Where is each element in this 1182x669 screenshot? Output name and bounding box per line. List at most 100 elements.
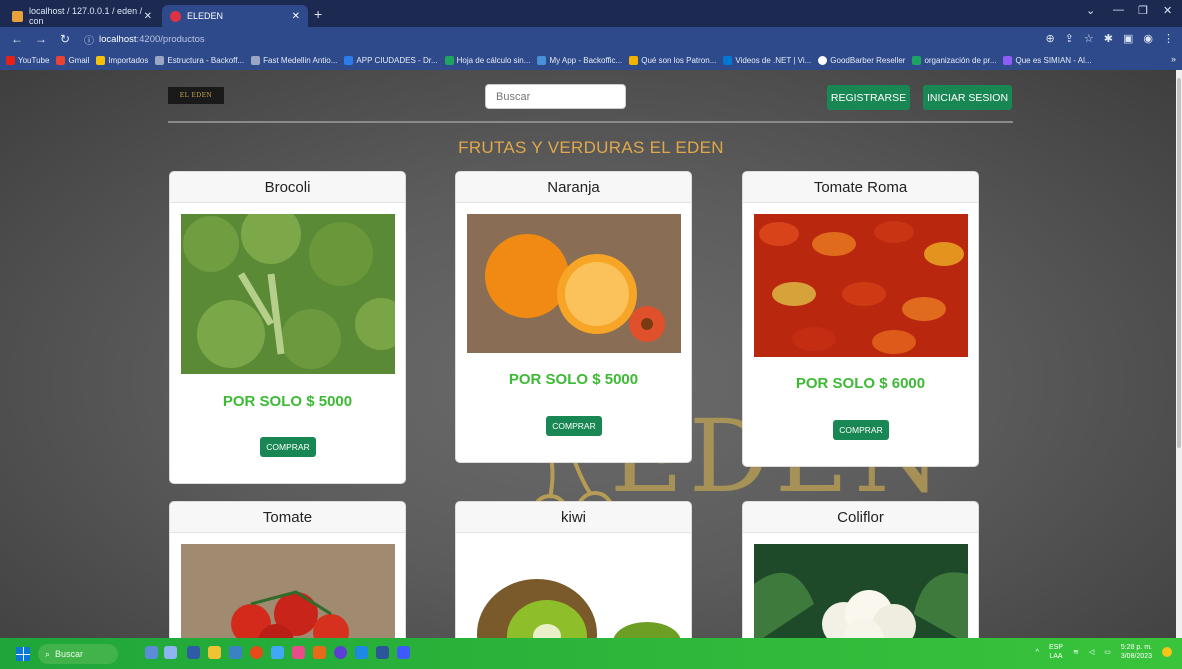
url-field[interactable]: ⓘ localhost :4200/productos: [84, 32, 205, 47]
menu-icon[interactable]: ⋮: [1163, 32, 1174, 45]
product-name: Coliflor: [743, 502, 978, 533]
page-scrollbar[interactable]: [1176, 70, 1182, 638]
page-title: FRUTAS Y VERDURAS EL EDEN: [458, 138, 724, 157]
broccoli-image: [181, 204, 405, 374]
bookmark-goodbarber[interactable]: GoodBarber Reseller: [818, 56, 905, 65]
file-explorer-icon[interactable]: [208, 646, 221, 659]
product-image-tomate-roma[interactable]: [754, 214, 968, 357]
bookmark-youtube[interactable]: YouTube: [6, 56, 49, 65]
vscode-icon[interactable]: [271, 646, 284, 659]
product-image-kiwi[interactable]: [467, 544, 681, 638]
taskbar-search-label: Buscar: [55, 649, 84, 659]
bookmark-fast-medellin[interactable]: Fast Medellin Antio...: [251, 56, 337, 65]
new-tab-icon[interactable]: +: [314, 6, 322, 22]
eclipse-icon[interactable]: [334, 646, 347, 659]
product-image-tomate[interactable]: [181, 544, 395, 638]
volume-icon[interactable]: ◁: [1089, 648, 1094, 656]
product-card-tomate: Tomate: [169, 501, 406, 638]
word-icon[interactable]: [376, 646, 389, 659]
bookmark-app-ciudades[interactable]: APP CIUDADES - Dr...: [344, 56, 438, 65]
minimize-icon[interactable]: —: [1113, 4, 1124, 16]
tray-chevron-icon[interactable]: ^: [1036, 649, 1039, 656]
tab-phpmyadmin[interactable]: localhost / 127.0.0.1 / eden / con ✕: [4, 5, 160, 27]
mail-icon[interactable]: [229, 646, 242, 659]
app-icon[interactable]: [292, 646, 305, 659]
restore-icon[interactable]: ❐: [1138, 4, 1148, 17]
phpmyadmin-icon: [12, 10, 23, 22]
search-input[interactable]: [485, 84, 626, 109]
eden-logo[interactable]: EL EDEN: [168, 87, 224, 104]
sheets-icon: [444, 56, 454, 65]
star-icon[interactable]: ☆: [1084, 32, 1094, 45]
file-icon[interactable]: [187, 646, 200, 659]
product-name: Tomate Roma: [743, 172, 978, 203]
bookmark-organizacion[interactable]: organización de pr...: [912, 56, 996, 65]
search-icon: ⌕: [45, 648, 51, 659]
buy-button[interactable]: COMPRAR: [546, 416, 602, 436]
simian-icon: [1003, 56, 1013, 65]
product-image-coliflor[interactable]: [754, 544, 968, 638]
windows-taskbar: ⌕ Buscar ^ ESP LAA ≋ ◁ ▭ 5:28 p. m. 3/08…: [0, 638, 1182, 669]
system-tray: ^ ESP LAA ≋ ◁ ▭ 5:28 p. m. 3/08/2023: [1036, 643, 1172, 661]
bookmark-gmail[interactable]: Gmail: [56, 56, 89, 65]
angular-icon: [170, 10, 181, 22]
more-bookmarks-icon[interactable]: »: [1171, 54, 1176, 64]
taskbar-search[interactable]: ⌕ Buscar: [38, 644, 118, 664]
notepad-icon[interactable]: [397, 646, 410, 659]
product-price: POR SOLO $ 5000: [222, 393, 353, 410]
login-button[interactable]: INICIAR SESION: [923, 85, 1012, 110]
bookmark-simian[interactable]: Que es SIMIAN - Al...: [1003, 56, 1092, 65]
taskview-icon[interactable]: [164, 646, 177, 659]
close-window-icon[interactable]: ✕: [1163, 4, 1172, 17]
address-bar: ← → ↻ ⓘ localhost :4200/productos ⊕ ⇪ ☆ …: [0, 27, 1182, 51]
cauliflower-image: [754, 544, 968, 638]
sidepanel-icon[interactable]: ▣: [1123, 32, 1133, 45]
share-icon[interactable]: ⇪: [1065, 32, 1074, 45]
chrome-icon[interactable]: [250, 646, 263, 659]
language-indicator[interactable]: ESP LAA: [1049, 643, 1063, 661]
widgets-icon[interactable]: [145, 646, 158, 659]
sheets-icon: [912, 56, 922, 65]
windows-start-icon[interactable]: [16, 647, 30, 661]
reload-icon[interactable]: ↻: [58, 32, 72, 46]
microsoft-icon: [723, 56, 733, 65]
bookmark-hoja-calculo[interactable]: Hoja de cálculo sin...: [444, 56, 530, 65]
product-image-brocoli[interactable]: [181, 204, 405, 374]
zoom-icon[interactable]: ⊕: [1045, 32, 1054, 45]
notification-icon[interactable]: [1162, 647, 1172, 657]
teams-icon[interactable]: [355, 646, 368, 659]
bookmark-videos-net[interactable]: Videos de .NET | Vi...: [723, 56, 811, 65]
buy-button[interactable]: COMPRAR: [833, 420, 889, 440]
tab-eleden[interactable]: ELEDEN ✕: [162, 5, 308, 27]
buy-button[interactable]: COMPRAR: [260, 437, 316, 457]
extensions-icon[interactable]: ✱: [1104, 32, 1113, 45]
back-icon[interactable]: ←: [10, 32, 24, 46]
bookmark-importados[interactable]: Importados: [96, 56, 148, 65]
bookmark-my-app[interactable]: My App - Backoffic...: [537, 56, 622, 65]
battery-icon[interactable]: ▭: [1104, 648, 1111, 656]
product-name: Brocoli: [170, 172, 405, 203]
sublime-icon[interactable]: [313, 646, 326, 659]
product-price: POR SOLO $ 5000: [508, 371, 639, 388]
close-tab-icon[interactable]: ✕: [292, 11, 300, 22]
tomato-image: [181, 544, 395, 638]
profile-avatar-icon[interactable]: ◉: [1143, 32, 1153, 45]
product-card-naranja: Naranja POR SOLO $ 5000 COMPRAR: [455, 171, 692, 463]
youtube-icon: [6, 56, 15, 65]
url-host: localhost: [99, 33, 137, 45]
kiwi-image: [467, 544, 681, 638]
bookmark-patrones[interactable]: Qué son los Patron...: [629, 56, 716, 65]
bookmark-estructura[interactable]: Estructura - Backoff...: [155, 56, 244, 65]
site-info-icon[interactable]: ⓘ: [84, 32, 94, 47]
forward-icon[interactable]: →: [34, 32, 48, 46]
tab-search-chevron-icon[interactable]: ⌄: [1086, 4, 1095, 17]
gmail-icon: [56, 56, 66, 65]
register-button[interactable]: REGISTRARSE: [827, 85, 910, 110]
close-tab-icon[interactable]: ✕: [144, 11, 152, 22]
wifi-icon[interactable]: ≋: [1073, 648, 1079, 656]
page-icon: [251, 56, 261, 65]
scrollbar-thumb[interactable]: [1177, 78, 1181, 448]
product-image-naranja[interactable]: [467, 214, 681, 353]
clock[interactable]: 5:28 p. m. 3/08/2023: [1121, 643, 1152, 661]
browser-tabstrip: localhost / 127.0.0.1 / eden / con ✕ ELE…: [0, 0, 1182, 27]
